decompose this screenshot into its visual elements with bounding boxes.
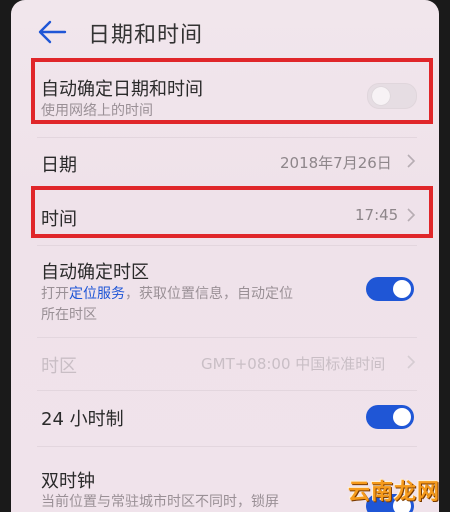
highlight-box-auto-datetime (31, 58, 433, 124)
sub-prefix: 打开 (41, 286, 69, 302)
hour24-label: 24 小时制 (41, 409, 124, 430)
sub-line2: 所在时区 (41, 307, 97, 323)
page-title: 日期和时间 (88, 23, 204, 48)
watermark: 云南龙网 (347, 480, 440, 505)
hour24-toggle[interactable] (366, 405, 414, 429)
top-bar: 日期和时间 (11, 0, 439, 60)
sub-suffix: ，获取位置信息，自动定位 (125, 286, 293, 302)
auto-timezone-toggle[interactable] (366, 277, 414, 301)
toggle-knob (393, 408, 411, 426)
chevron-right-icon (407, 154, 416, 168)
highlight-box-time (31, 186, 433, 238)
date-value: 2018年7月26日 (280, 154, 392, 172)
divider (37, 137, 417, 138)
settings-screen: 日期和时间 自动确定日期和时间 使用网络上的时间 日期 2018年7月26日 时… (11, 0, 439, 512)
toggle-knob (393, 280, 411, 298)
timezone-value: GMT+08:00 中国标准时间 (201, 355, 386, 373)
date-label: 日期 (41, 155, 77, 176)
divider (37, 390, 417, 391)
divider (37, 446, 417, 447)
divider (37, 337, 417, 338)
dual-clock-sublabel: 当前位置与常驻城市时区不同时，锁屏 (41, 494, 279, 510)
auto-timezone-label: 自动确定时区 (41, 262, 149, 283)
back-arrow-icon[interactable] (37, 19, 67, 45)
chevron-right-icon (407, 355, 416, 369)
timezone-label: 时区 (41, 356, 77, 377)
location-service-link[interactable]: 定位服务 (69, 286, 125, 302)
divider (37, 245, 417, 246)
dual-clock-label: 双时钟 (41, 471, 95, 492)
auto-timezone-sublabel: 打开定位服务，获取位置信息，自动定位 所在时区 (41, 284, 361, 326)
